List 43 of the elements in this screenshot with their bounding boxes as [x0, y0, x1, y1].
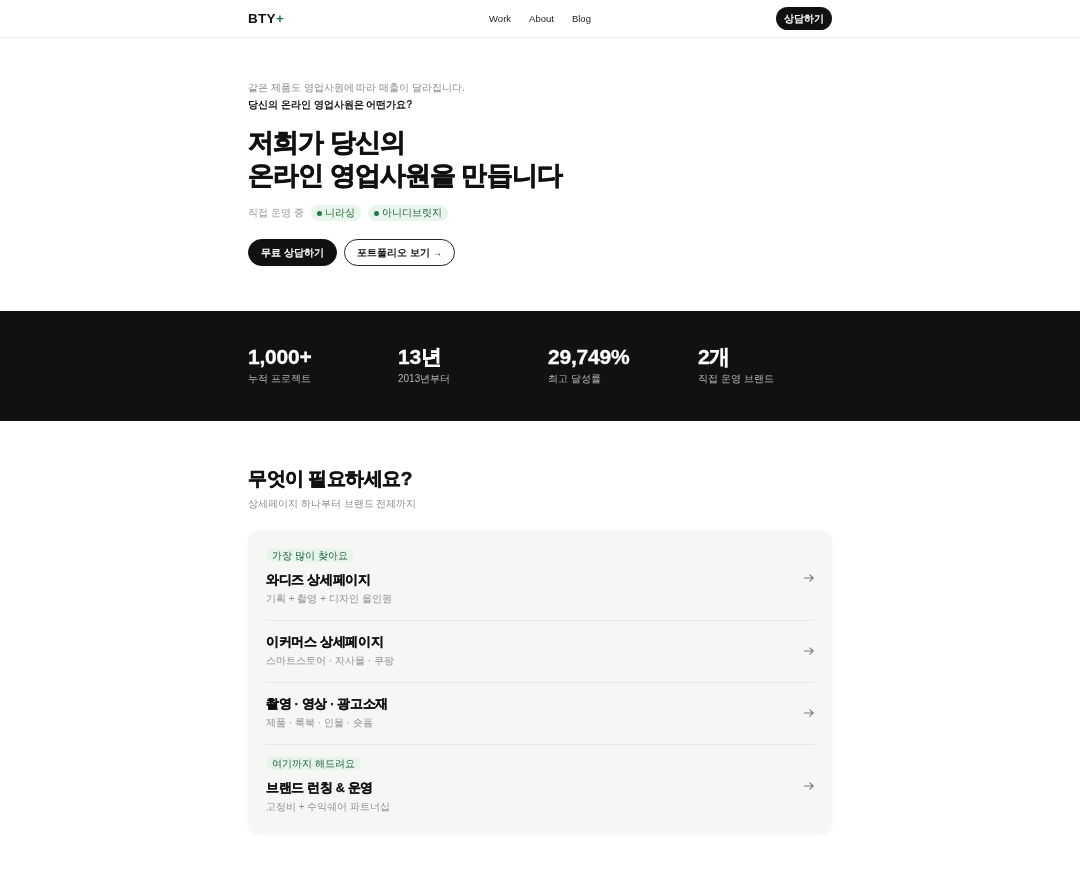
service-description: 기획 + 촬영 + 디자인 올인원: [266, 592, 392, 606]
status-dot-icon: [373, 210, 379, 216]
section-heading: 무엇이 필요하세요?: [248, 467, 413, 491]
service-title: 촬영 · 영상 · 광고소재: [266, 696, 389, 713]
arrow-right-icon: [804, 574, 814, 582]
highlight-tag: 여기까지 해드려요: [266, 757, 361, 770]
arrow-right-icon: [804, 709, 814, 717]
arrow-right-icon: [804, 782, 814, 790]
section-subtitle: 상세페이지 하나부터 브랜드 전체까지: [248, 497, 418, 511]
hero-question: 당신의 온라인 영업사원은 어떤가요?: [248, 98, 414, 112]
consult-button[interactable]: 상담하기: [776, 7, 832, 30]
nav-link[interactable]: Blog: [571, 13, 591, 24]
service-row[interactable]: 여기까지 해드려요 브랜드 런칭 & 운영 고정비 + 수익쉐어 파트너십: [266, 744, 814, 828]
stat-label: 최고 달성률: [548, 372, 602, 386]
arrow-right-icon: [804, 647, 814, 655]
free-consult-button[interactable]: 무료 상담하기: [248, 239, 337, 266]
service-row[interactable]: 가장 많이 찾아요 와디즈 상세페이지 기획 + 촬영 + 디자인 올인원: [266, 537, 814, 620]
stat-value: 13년: [398, 345, 443, 369]
operating-label: 직접 운영 중: [248, 206, 304, 220]
stat-label: 직접 운영 브랜드: [698, 372, 775, 386]
hero-tagline: 같은 제품도 영업사원에 따라 매출이 달라집니다.: [248, 81, 466, 95]
service-title: 브랜드 런칭 & 운영: [266, 780, 374, 797]
status-dot-icon: [316, 210, 322, 216]
stat-value: 2개: [698, 345, 732, 369]
service-title: 와디즈 상세페이지: [266, 572, 371, 589]
logo[interactable]: BTY+: [248, 11, 285, 26]
portfolio-button[interactable]: 포트폴리오 보기 →: [343, 239, 456, 266]
hero-headline: 저희가 당신의 온라인 영업사원을 만듭니다: [248, 126, 564, 192]
nav-link[interactable]: About: [529, 13, 554, 24]
service-title: 이커머스 상세페이지: [266, 634, 384, 651]
highlight-tag: 가장 많이 찾아요: [266, 549, 354, 562]
service-description: 제품 · 룩북 · 인물 · 숏폼: [266, 716, 373, 730]
brand-name: 니라싱: [324, 206, 355, 220]
stat-label: 누적 프로젝트: [248, 372, 312, 386]
service-row[interactable]: 촬영 · 영상 · 광고소재 제품 · 룩북 · 인물 · 숏폼: [266, 682, 814, 744]
stat-label: 2013년부터: [398, 372, 452, 386]
brand-name: 아니디브릿지: [381, 206, 442, 220]
stat-value: 1,000+: [248, 345, 313, 369]
stat-value: 29,749%: [548, 345, 631, 369]
service-description: 스마트스토어 · 자사몰 · 쿠팡: [266, 654, 394, 668]
nav-link[interactable]: Work: [489, 13, 512, 24]
service-row[interactable]: 이커머스 상세페이지 스마트스토어 · 자사몰 · 쿠팡: [266, 620, 814, 682]
service-description: 고정비 + 수익쉐어 파트너십: [266, 800, 391, 814]
